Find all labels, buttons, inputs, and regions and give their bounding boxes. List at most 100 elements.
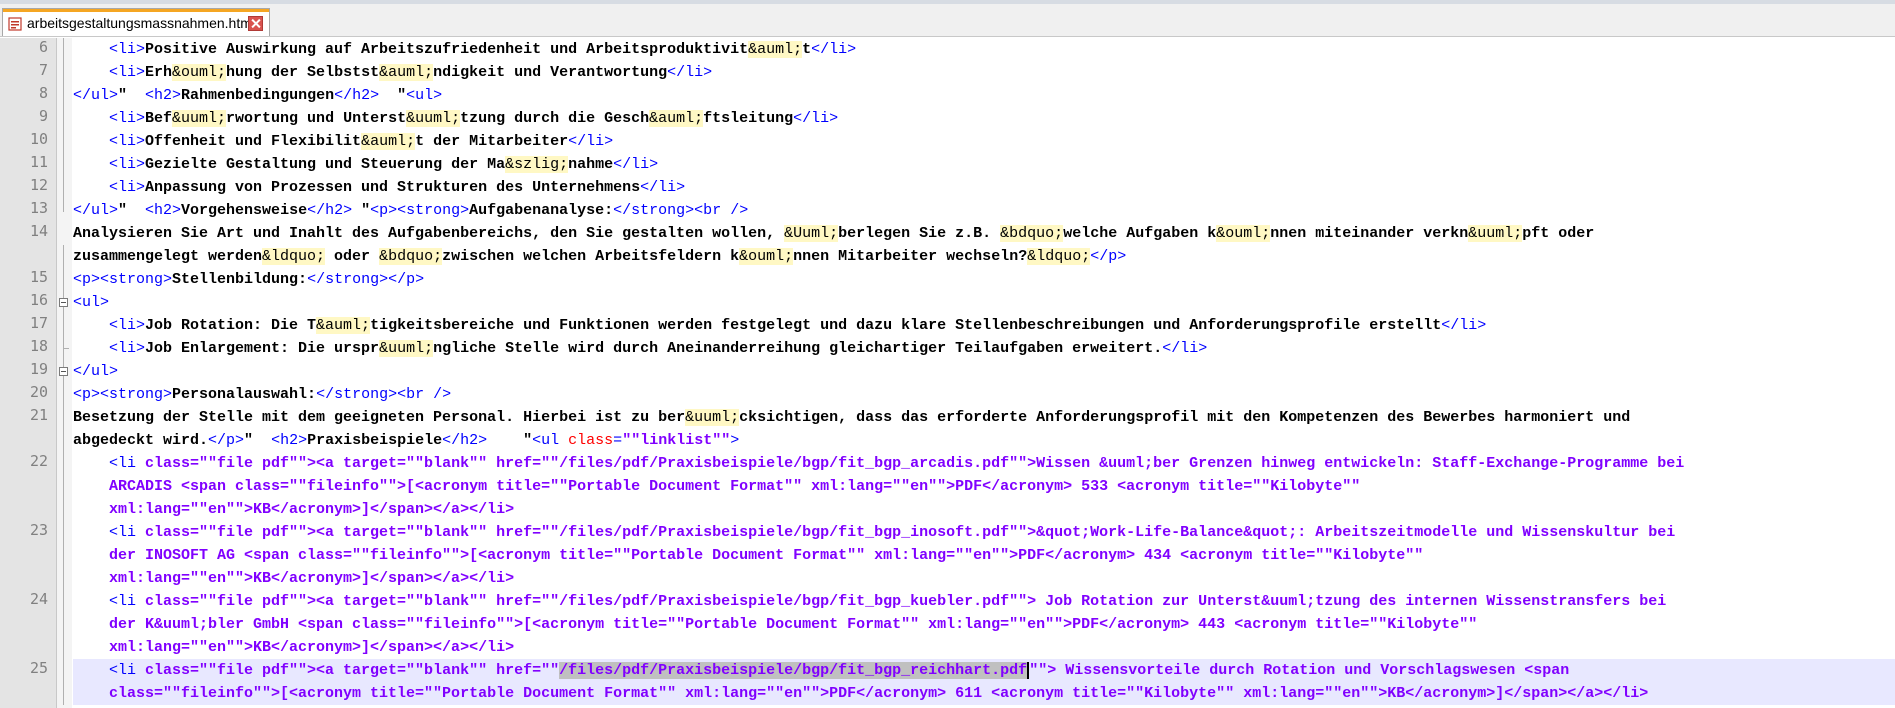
line-number: 13	[29, 199, 48, 217]
code-line: <li class=""file pdf""><a target=""blank…	[73, 521, 1675, 544]
code-token: Offenheit und Flexibilit	[145, 133, 362, 150]
line-number: 19	[29, 360, 48, 378]
line-number: 6	[38, 38, 48, 56]
code-token: &auml;	[649, 110, 704, 127]
code-token: <li	[73, 662, 146, 679]
tab-filename: arbeitsgestaltungsmassnahmen.html	[27, 15, 256, 31]
code-line-wrap: ARCADIS <span class=""fileinfo"">[<acron…	[73, 475, 1360, 498]
code-line: <li>Bef&uuml;rwortung und Unterst&uuml;t…	[73, 107, 838, 130]
code-token: <li>	[73, 317, 146, 334]
code-token: <ul	[532, 432, 569, 449]
code-token: Stellenbildung:	[172, 271, 308, 288]
code-token: &auml;	[316, 317, 371, 334]
code-line: </ul>	[73, 360, 118, 383]
fold-guide	[63, 245, 64, 705]
selected-text: /files/pdf/Praxisbeispiele/bgp/fit_bgp_r…	[559, 662, 1019, 679]
line-number: 22	[29, 452, 48, 470]
line-number: 24	[29, 590, 48, 608]
code-token: pft oder	[1522, 225, 1595, 242]
code-token: Gezielte Gestaltung und Steuerung der Ma	[145, 156, 506, 173]
file-tab[interactable]: arbeitsgestaltungsmassnahmen.html	[2, 8, 270, 36]
code-token: <li>	[73, 133, 146, 150]
code-token: class=""file pdf""><a target=""blank"" h…	[145, 593, 1667, 610]
line-number: 14	[29, 222, 48, 240]
code-token: Job Rotation: Die T	[145, 317, 317, 334]
code-line-wrap: xml:lang=""en"">KB</acronym>]</span></a>…	[73, 567, 514, 590]
code-token: ftsleitung	[703, 110, 794, 127]
code-token: cksichtigen, dass das erforderte Anforde…	[739, 409, 1631, 426]
code-line: <li>Positive Auswirkung auf Arbeitszufri…	[73, 38, 856, 61]
line-number: 16	[29, 291, 48, 309]
fold-toggle-icon[interactable]	[59, 367, 68, 376]
code-token: Bef	[145, 110, 173, 127]
code-token: berlegen Sie z.B.	[838, 225, 1001, 242]
code-token: hung der Selbstst	[226, 64, 380, 81]
code-token: </li>	[640, 179, 686, 196]
code-token: Analysieren Sie Art und Inahlt des Aufga…	[73, 225, 785, 242]
code-token: </h2>	[442, 432, 488, 449]
code-token: "	[244, 432, 272, 449]
code-token: <h2>	[271, 432, 308, 449]
code-token: </ul>	[73, 363, 119, 380]
code-area[interactable]: <li>Positive Auswirkung auf Arbeitszufri…	[73, 38, 1895, 708]
code-token: &uuml;	[406, 110, 461, 127]
code-token: &uuml;	[1468, 225, 1523, 242]
code-token: </p>	[208, 432, 245, 449]
code-token: <p><strong>	[73, 386, 173, 403]
code-token: <ul>	[73, 294, 110, 311]
code-token: <li>	[73, 41, 146, 58]
code-token: <li	[73, 593, 146, 610]
code-token: t der Mitarbeiter	[415, 133, 569, 150]
code-token: nnen Mitarbeiter wechseln?	[793, 248, 1028, 265]
code-token: &Uuml;	[784, 225, 839, 242]
fold-toggle-icon[interactable]	[59, 298, 68, 307]
code-token: t	[802, 41, 812, 58]
line-number: 18	[29, 337, 48, 355]
code-token: abgedeckt wird.	[73, 432, 209, 449]
code-line: <li class=""file pdf""><a target=""blank…	[73, 590, 1666, 613]
code-token: ""linklist""	[622, 432, 731, 449]
code-token: zwischen welchen Arbeitsfeldern k	[442, 248, 740, 265]
code-token: &szlig;	[505, 156, 569, 173]
code-line-wrap: abgedeckt wird.</p>" <h2>Praxisbeispiele…	[73, 429, 739, 452]
code-token: </li>	[811, 41, 857, 58]
tab-bar-top-strip	[0, 0, 1895, 4]
line-number: 8	[38, 84, 48, 102]
code-token: <ul>	[406, 87, 443, 104]
code-line-wrap: der INOSOFT AG <span class=""fileinfo"">…	[73, 544, 1423, 567]
code-token: &ldquo;	[1027, 248, 1091, 265]
fold-guide	[63, 38, 64, 212]
html-file-icon	[8, 17, 22, 31]
code-token: Job Enlargement: Die urspr	[145, 340, 380, 357]
code-line: </ul>" <h2>Rahmenbedingungen</h2> "<ul>	[73, 84, 442, 107]
code-line: <li>Anpassung von Prozessen und Struktur…	[73, 176, 685, 199]
code-token: <li>	[73, 64, 146, 81]
code-token: ""> Wissensvorteile durch Rotation und V…	[1029, 662, 1570, 679]
code-token: Besetzung der Stelle mit dem geeigneten …	[73, 409, 686, 426]
line-number: 12	[29, 176, 48, 194]
code-token: </li>	[568, 133, 614, 150]
code-line: <li>Gezielte Gestaltung und Steuerung de…	[73, 153, 658, 176]
code-token: </strong><br />	[316, 386, 452, 403]
code-line: <li>Erh&ouml;hung der Selbstst&auml;ndig…	[73, 61, 712, 84]
code-token: </li>	[1162, 340, 1208, 357]
code-line: Analysieren Sie Art und Inahlt des Aufga…	[73, 222, 1594, 245]
code-token: </li>	[793, 110, 839, 127]
code-token: </li>	[667, 64, 713, 81]
code-token: </li>	[1441, 317, 1487, 334]
close-icon[interactable]	[248, 16, 263, 31]
code-token: </h2>	[307, 202, 353, 219]
code-token: "	[379, 87, 407, 104]
code-token: der INOSOFT AG <span class=""fileinfo"">…	[73, 547, 1424, 564]
code-token: class	[568, 432, 614, 449]
code-token: "	[487, 432, 533, 449]
code-token: <li>	[73, 110, 146, 127]
code-line: <li>Job Rotation: Die T&auml;tigkeitsber…	[73, 314, 1486, 337]
code-token: &ouml;	[739, 248, 794, 265]
code-token: <li>	[73, 156, 146, 173]
code-token: oder	[325, 248, 380, 265]
code-token: &auml;	[379, 64, 434, 81]
code-token: tigkeitsbereiche und Funktionen werden f…	[370, 317, 1442, 334]
code-editor[interactable]: 6 7 8 9 10 11 12 13 14 15 16 17 18 19 20…	[0, 38, 1895, 708]
code-token: <li	[73, 455, 146, 472]
